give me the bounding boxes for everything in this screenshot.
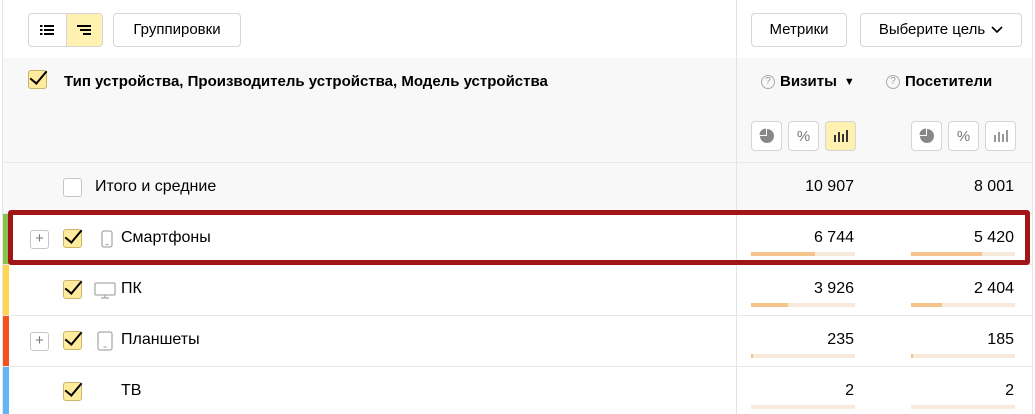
- total-visits: 10 907: [805, 178, 854, 195]
- percent-icon: %: [956, 127, 971, 145]
- sort-desc-icon[interactable]: ▼: [844, 76, 855, 88]
- expand-button[interactable]: +: [30, 332, 49, 351]
- tree-view-button[interactable]: [65, 14, 102, 46]
- chevron-down-icon: [991, 14, 1003, 46]
- metrics-button[interactable]: Метрики: [751, 13, 847, 47]
- visitors-header[interactable]: ? Посетители: [886, 73, 992, 90]
- percent-icon: %: [796, 127, 811, 145]
- visitors-header-label: Посетители: [905, 73, 993, 90]
- help-icon[interactable]: ?: [761, 74, 775, 89]
- visits-header-label: Визиты: [780, 73, 837, 90]
- dimension-title: Тип устройства, Производитель устройства…: [64, 73, 548, 90]
- view-toggle: [28, 13, 103, 47]
- goal-select[interactable]: Выберите цель: [860, 13, 1022, 47]
- visitors-pie-mode-button[interactable]: [911, 121, 942, 151]
- visitors-value: 185: [987, 331, 1014, 348]
- visits-bar-mode-button[interactable]: [825, 121, 856, 151]
- table-row-tablets[interactable]: + Планшеты 235 185: [3, 315, 1032, 367]
- row-checkbox[interactable]: [63, 280, 82, 299]
- row-color-strip: [3, 265, 9, 316]
- visitors-bar: [911, 405, 1015, 409]
- visits-header[interactable]: ? Визиты ▼: [761, 73, 855, 90]
- visitors-bar-fill: [911, 303, 943, 307]
- pie-chart-icon: [759, 128, 774, 143]
- total-label: Итого и средние: [95, 178, 217, 195]
- visits-pie-mode-button[interactable]: [751, 121, 782, 151]
- desktop-icon: [94, 282, 116, 299]
- visits-value: 2: [845, 382, 854, 399]
- total-visitors: 8 001: [973, 178, 1014, 195]
- visitors-bar-fill: [911, 354, 914, 358]
- goal-select-label: Выберите цель: [878, 21, 986, 38]
- visits-value: 3 926: [813, 280, 854, 297]
- visits-bar: [751, 354, 855, 358]
- total-checkbox[interactable]: [63, 178, 82, 197]
- groupings-button[interactable]: Группировки: [113, 13, 241, 47]
- table-row-pc[interactable]: ПК 3 926 2 404: [3, 264, 1032, 316]
- visits-bar: [751, 405, 855, 409]
- toolbar: Группировки Метрики Выберите цель: [3, 0, 1032, 58]
- list-view-button[interactable]: [29, 14, 66, 46]
- visits-value: 235: [827, 331, 854, 348]
- table-row-tv[interactable]: ТВ 2 2: [3, 366, 1032, 414]
- row-checkbox[interactable]: [63, 331, 82, 350]
- visitors-percent-mode-button[interactable]: %: [948, 121, 979, 151]
- report-table: Группировки Метрики Выберите цель Тип ус…: [2, 0, 1033, 414]
- row-label: ПК: [121, 280, 142, 297]
- visits-bar: [751, 303, 855, 307]
- visits-bar-fill: [751, 354, 754, 358]
- row-label: ТВ: [121, 382, 142, 399]
- highlight-frame: [8, 210, 1030, 265]
- list-icon: [40, 25, 55, 35]
- pie-chart-icon: [919, 128, 934, 143]
- column-divider: [736, 0, 737, 414]
- visitors-value: 2: [1005, 382, 1014, 399]
- visitors-value: 2 404: [973, 280, 1014, 297]
- bar-chart-icon: [993, 130, 1008, 142]
- row-color-strip: [3, 367, 9, 414]
- visits-percent-mode-button[interactable]: %: [788, 121, 819, 151]
- tablet-icon: [97, 331, 113, 351]
- visitors-bar: [911, 354, 1015, 358]
- select-all-checkbox[interactable]: [28, 70, 47, 89]
- help-icon[interactable]: ?: [886, 74, 900, 89]
- table-header: Тип устройства, Производитель устройства…: [3, 58, 1032, 162]
- tree-icon: [77, 25, 92, 35]
- row-color-strip: [3, 316, 9, 367]
- row-label: Планшеты: [121, 331, 200, 348]
- row-checkbox[interactable]: [63, 382, 82, 401]
- visitors-bar: [911, 303, 1015, 307]
- visitors-bar-mode-button[interactable]: [985, 121, 1016, 151]
- bar-chart-icon: [833, 130, 848, 142]
- visits-bar-fill: [751, 303, 789, 307]
- total-row: Итого и средние 10 907 8 001: [3, 162, 1032, 213]
